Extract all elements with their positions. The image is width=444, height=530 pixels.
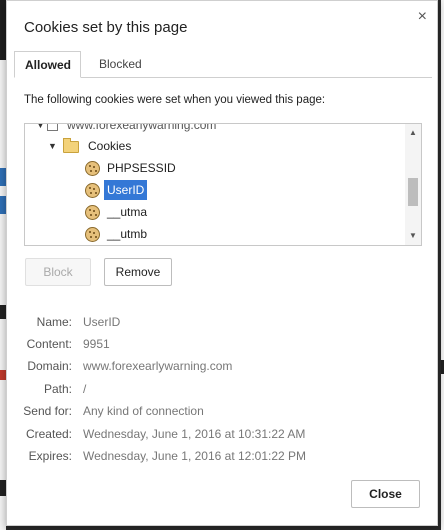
- detail-row-name: Name: UserID: [7, 314, 437, 330]
- detail-row-domain: Domain: www.forexearlywarning.com: [7, 358, 437, 374]
- tree-scrollbar[interactable]: ▲ ▼: [405, 124, 421, 245]
- detail-row-content: Content: 9951: [7, 336, 437, 352]
- detail-label: Created:: [25, 427, 72, 441]
- scroll-up-arrow-icon[interactable]: ▲: [405, 126, 421, 140]
- detail-value: www.forexearlywarning.com: [83, 359, 233, 373]
- detail-row-path: Path: /: [7, 381, 437, 397]
- tree-item-label: UserID: [104, 180, 148, 200]
- tree-item-cookie[interactable]: __utmb: [25, 224, 405, 244]
- tree-item-label: PHPSESSID: [107, 161, 176, 175]
- tree-item-label: www.forexearlywarning.com: [67, 123, 217, 132]
- detail-row-created: Created: Wednesday, June 1, 2016 at 10:3…: [7, 426, 437, 442]
- scrollbar-thumb[interactable]: [408, 178, 418, 206]
- tree-item-label: Cookies: [88, 139, 132, 153]
- detail-label: Path:: [43, 382, 72, 396]
- intro-text: The following cookies were set when you …: [24, 94, 326, 106]
- cookie-icon: [85, 227, 100, 242]
- tab-blocked[interactable]: Blocked: [89, 51, 152, 77]
- tree-item-cookies-folder[interactable]: ▼ Cookies: [25, 136, 405, 156]
- detail-value: Wednesday, June 1, 2016 at 10:31:22 AM: [83, 427, 306, 441]
- detail-value: Any kind of connection: [83, 404, 204, 418]
- detail-row-expires: Expires: Wednesday, June 1, 2016 at 12:0…: [7, 448, 437, 464]
- collapse-arrow-icon[interactable]: ▼: [36, 124, 45, 135]
- detail-row-send-for: Send for: Any kind of connection: [7, 403, 437, 419]
- detail-label: Domain:: [27, 359, 72, 373]
- close-button[interactable]: Close: [351, 480, 420, 508]
- cookie-icon: [85, 183, 100, 198]
- tab-bar: Allowed Blocked: [14, 51, 432, 78]
- detail-value: 9951: [83, 337, 110, 351]
- detail-label: Name:: [36, 315, 72, 329]
- block-button[interactable]: Block: [25, 258, 91, 286]
- detail-value: Wednesday, June 1, 2016 at 12:01:22 PM: [83, 449, 307, 463]
- tree-item-domain[interactable]: ▼ www.forexearlywarning.com: [25, 123, 405, 135]
- remove-button[interactable]: Remove: [104, 258, 172, 286]
- detail-value: UserID: [83, 315, 121, 329]
- tree-item-label: __utma: [107, 205, 148, 219]
- expand-arrow-icon[interactable]: ▼: [48, 136, 57, 156]
- tree-item-cookie[interactable]: PHPSESSID: [25, 158, 405, 178]
- tree-item-cookie-selected[interactable]: UserID: [25, 180, 405, 200]
- tab-allowed[interactable]: Allowed: [14, 51, 81, 78]
- cookie-icon: [85, 161, 100, 176]
- scroll-down-arrow-icon[interactable]: ▼: [405, 229, 421, 243]
- detail-value: /: [83, 382, 87, 396]
- tree-item-label: __utmb: [107, 227, 148, 241]
- detail-label: Expires:: [28, 449, 72, 463]
- detail-label: Send for:: [23, 404, 72, 418]
- close-icon[interactable]: ×: [418, 9, 427, 25]
- detail-label: Content:: [26, 337, 72, 351]
- tree-item-cookie[interactable]: __utma: [25, 202, 405, 222]
- checkbox-icon[interactable]: [47, 124, 58, 131]
- folder-icon: [63, 138, 79, 153]
- cookies-dialog: Cookies set by this page × Allowed Block…: [6, 0, 438, 526]
- dialog-title: Cookies set by this page: [24, 19, 188, 36]
- cookie-tree[interactable]: ▼ www.forexearlywarning.com ▼ Cookies PH…: [24, 123, 422, 246]
- cookie-icon: [85, 205, 100, 220]
